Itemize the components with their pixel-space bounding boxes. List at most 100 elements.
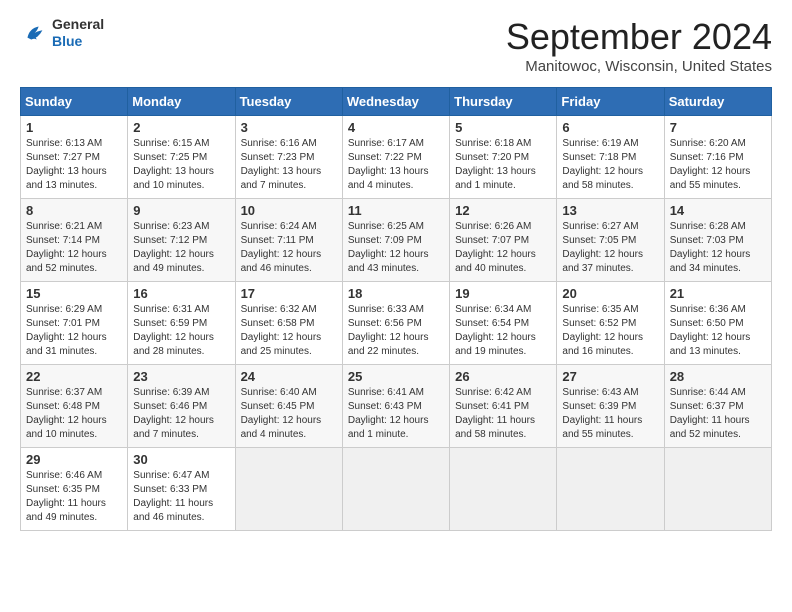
day-number: 18 [348, 286, 444, 301]
daylight-label: Daylight: 12 hours and 49 minutes. [133, 249, 214, 274]
header-tuesday: Tuesday [235, 88, 342, 116]
day-info: Sunrise: 6:17 AM Sunset: 7:22 PM Dayligh… [348, 137, 444, 193]
sunrise-label: Sunrise: 6:26 AM [455, 221, 531, 232]
sunrise-label: Sunrise: 6:17 AM [348, 138, 424, 149]
sunrise-label: Sunrise: 6:32 AM [241, 304, 317, 315]
header-saturday: Saturday [664, 88, 771, 116]
sunset-label: Sunset: 6:46 PM [133, 401, 207, 412]
day-number: 16 [133, 286, 229, 301]
day-info: Sunrise: 6:21 AM Sunset: 7:14 PM Dayligh… [26, 220, 122, 276]
sunset-label: Sunset: 6:54 PM [455, 318, 529, 329]
sunrise-label: Sunrise: 6:15 AM [133, 138, 209, 149]
calendar-cell: 28 Sunrise: 6:44 AM Sunset: 6:37 PM Dayl… [664, 365, 771, 448]
calendar-cell: 8 Sunrise: 6:21 AM Sunset: 7:14 PM Dayli… [21, 199, 128, 282]
calendar-cell: 23 Sunrise: 6:39 AM Sunset: 6:46 PM Dayl… [128, 365, 235, 448]
day-number: 17 [241, 286, 337, 301]
sunset-label: Sunset: 7:11 PM [241, 235, 314, 246]
day-info: Sunrise: 6:27 AM Sunset: 7:05 PM Dayligh… [562, 220, 658, 276]
day-info: Sunrise: 6:46 AM Sunset: 6:35 PM Dayligh… [26, 469, 122, 525]
day-number: 21 [670, 286, 766, 301]
calendar-cell: 3 Sunrise: 6:16 AM Sunset: 7:23 PM Dayli… [235, 116, 342, 199]
sunrise-label: Sunrise: 6:47 AM [133, 470, 209, 481]
sunset-label: Sunset: 6:33 PM [133, 484, 207, 495]
daylight-label: Daylight: 11 hours and 49 minutes. [26, 498, 106, 523]
calendar-cell: 1 Sunrise: 6:13 AM Sunset: 7:27 PM Dayli… [21, 116, 128, 199]
sunset-label: Sunset: 6:56 PM [348, 318, 422, 329]
sunset-label: Sunset: 6:43 PM [348, 401, 422, 412]
daylight-label: Daylight: 13 hours and 4 minutes. [348, 166, 429, 191]
day-info: Sunrise: 6:34 AM Sunset: 6:54 PM Dayligh… [455, 303, 551, 359]
daylight-label: Daylight: 11 hours and 55 minutes. [562, 415, 642, 440]
daylight-label: Daylight: 12 hours and 19 minutes. [455, 332, 536, 357]
day-info: Sunrise: 6:15 AM Sunset: 7:25 PM Dayligh… [133, 137, 229, 193]
calendar-cell: 25 Sunrise: 6:41 AM Sunset: 6:43 PM Dayl… [342, 365, 449, 448]
day-number: 13 [562, 203, 658, 218]
sunrise-label: Sunrise: 6:20 AM [670, 138, 746, 149]
sunrise-label: Sunrise: 6:29 AM [26, 304, 102, 315]
sunrise-label: Sunrise: 6:44 AM [670, 387, 746, 398]
sunset-label: Sunset: 7:07 PM [455, 235, 529, 246]
sunrise-label: Sunrise: 6:33 AM [348, 304, 424, 315]
calendar-cell [557, 448, 664, 531]
day-info: Sunrise: 6:25 AM Sunset: 7:09 PM Dayligh… [348, 220, 444, 276]
day-number: 19 [455, 286, 551, 301]
header-wednesday: Wednesday [342, 88, 449, 116]
daylight-label: Daylight: 12 hours and 46 minutes. [241, 249, 322, 274]
calendar-cell [450, 448, 557, 531]
header-monday: Monday [128, 88, 235, 116]
day-info: Sunrise: 6:28 AM Sunset: 7:03 PM Dayligh… [670, 220, 766, 276]
sunset-label: Sunset: 6:35 PM [26, 484, 100, 495]
sunset-label: Sunset: 7:22 PM [348, 152, 422, 163]
day-number: 7 [670, 120, 766, 135]
sunset-label: Sunset: 7:16 PM [670, 152, 744, 163]
calendar-cell: 9 Sunrise: 6:23 AM Sunset: 7:12 PM Dayli… [128, 199, 235, 282]
sunrise-label: Sunrise: 6:35 AM [562, 304, 638, 315]
sunset-label: Sunset: 6:41 PM [455, 401, 529, 412]
calendar-cell: 21 Sunrise: 6:36 AM Sunset: 6:50 PM Dayl… [664, 282, 771, 365]
daylight-label: Daylight: 12 hours and 4 minutes. [241, 415, 322, 440]
calendar-cell: 6 Sunrise: 6:19 AM Sunset: 7:18 PM Dayli… [557, 116, 664, 199]
calendar-cell: 11 Sunrise: 6:25 AM Sunset: 7:09 PM Dayl… [342, 199, 449, 282]
calendar-cell: 20 Sunrise: 6:35 AM Sunset: 6:52 PM Dayl… [557, 282, 664, 365]
logo-text: General Blue [52, 16, 104, 50]
day-number: 23 [133, 369, 229, 384]
sunrise-label: Sunrise: 6:24 AM [241, 221, 317, 232]
daylight-label: Daylight: 12 hours and 34 minutes. [670, 249, 751, 274]
sunset-label: Sunset: 7:25 PM [133, 152, 207, 163]
daylight-label: Daylight: 12 hours and 55 minutes. [670, 166, 751, 191]
calendar-week-row: 22 Sunrise: 6:37 AM Sunset: 6:48 PM Dayl… [21, 365, 772, 448]
page-header: General Blue September 2024 Manitowoc, W… [20, 16, 772, 75]
daylight-label: Daylight: 12 hours and 13 minutes. [670, 332, 751, 357]
day-number: 5 [455, 120, 551, 135]
logo-general: General [52, 16, 104, 33]
sunset-label: Sunset: 6:58 PM [241, 318, 315, 329]
calendar-cell: 26 Sunrise: 6:42 AM Sunset: 6:41 PM Dayl… [450, 365, 557, 448]
daylight-label: Daylight: 12 hours and 25 minutes. [241, 332, 322, 357]
daylight-label: Daylight: 12 hours and 10 minutes. [26, 415, 107, 440]
calendar-cell: 16 Sunrise: 6:31 AM Sunset: 6:59 PM Dayl… [128, 282, 235, 365]
title-block: September 2024 Manitowoc, Wisconsin, Uni… [506, 16, 772, 75]
day-info: Sunrise: 6:42 AM Sunset: 6:41 PM Dayligh… [455, 386, 551, 442]
sunrise-label: Sunrise: 6:41 AM [348, 387, 424, 398]
day-info: Sunrise: 6:23 AM Sunset: 7:12 PM Dayligh… [133, 220, 229, 276]
logo-bird-icon [20, 19, 48, 47]
daylight-label: Daylight: 12 hours and 52 minutes. [26, 249, 107, 274]
day-info: Sunrise: 6:41 AM Sunset: 6:43 PM Dayligh… [348, 386, 444, 442]
calendar-week-row: 15 Sunrise: 6:29 AM Sunset: 7:01 PM Dayl… [21, 282, 772, 365]
day-number: 27 [562, 369, 658, 384]
daylight-label: Daylight: 11 hours and 52 minutes. [670, 415, 750, 440]
sunset-label: Sunset: 7:20 PM [455, 152, 529, 163]
sunset-label: Sunset: 7:03 PM [670, 235, 744, 246]
sunrise-label: Sunrise: 6:43 AM [562, 387, 638, 398]
day-info: Sunrise: 6:43 AM Sunset: 6:39 PM Dayligh… [562, 386, 658, 442]
sunrise-label: Sunrise: 6:37 AM [26, 387, 102, 398]
calendar-cell: 30 Sunrise: 6:47 AM Sunset: 6:33 PM Dayl… [128, 448, 235, 531]
calendar-week-row: 8 Sunrise: 6:21 AM Sunset: 7:14 PM Dayli… [21, 199, 772, 282]
header-sunday: Sunday [21, 88, 128, 116]
calendar-cell: 24 Sunrise: 6:40 AM Sunset: 6:45 PM Dayl… [235, 365, 342, 448]
sunset-label: Sunset: 7:05 PM [562, 235, 636, 246]
day-info: Sunrise: 6:33 AM Sunset: 6:56 PM Dayligh… [348, 303, 444, 359]
day-number: 11 [348, 203, 444, 218]
daylight-label: Daylight: 13 hours and 7 minutes. [241, 166, 322, 191]
calendar-cell: 5 Sunrise: 6:18 AM Sunset: 7:20 PM Dayli… [450, 116, 557, 199]
